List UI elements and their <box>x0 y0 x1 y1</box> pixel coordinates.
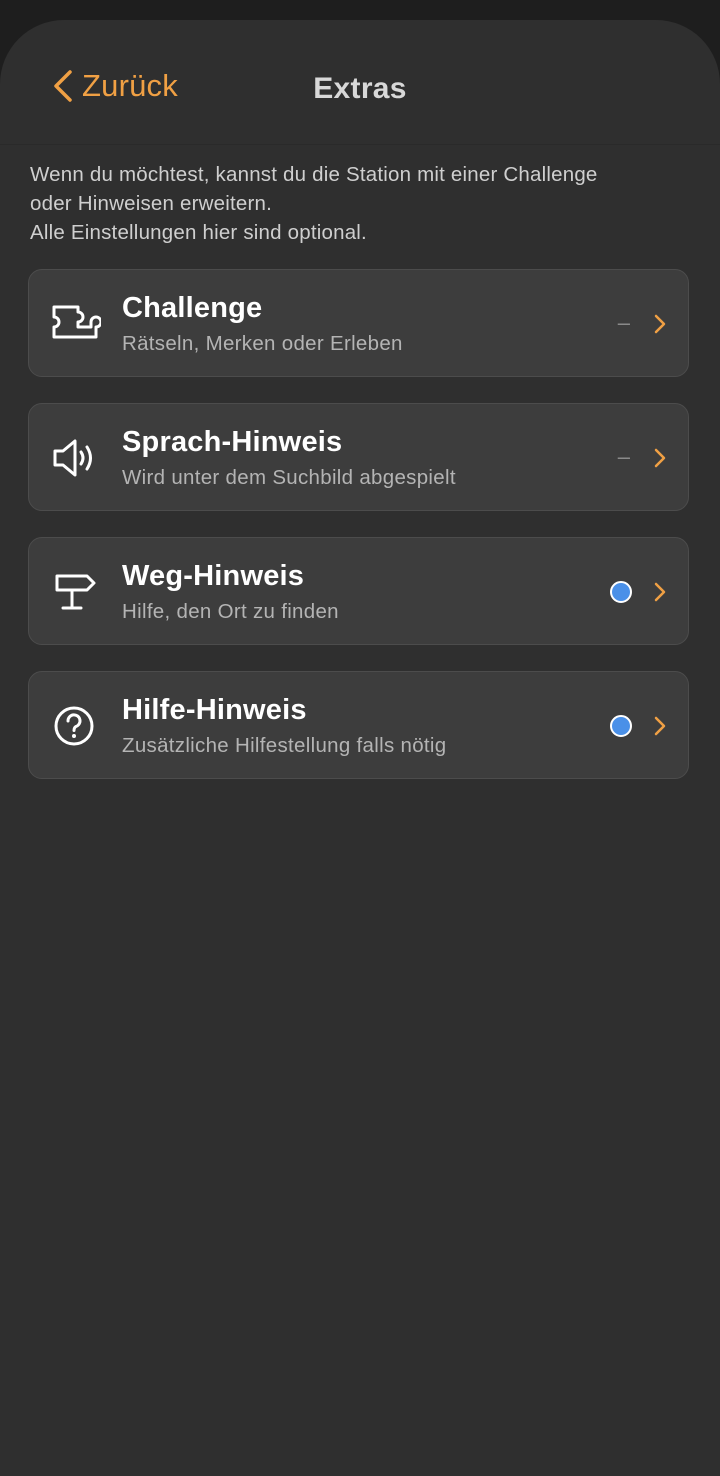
intro-text: Wenn du möchtest, kannst du die Station … <box>30 160 690 247</box>
extras-item-weg-hinweis[interactable]: Weg-Hinweis Hilfe, den Ort zu finden <box>28 537 689 645</box>
status-empty: – <box>617 310 630 335</box>
item-title: Challenge <box>122 292 263 324</box>
navigation-bar: Zurück Extras <box>0 20 720 145</box>
intro-line: Wenn du möchtest, kannst du die Station … <box>30 163 598 186</box>
item-title: Weg-Hinweis <box>122 560 305 592</box>
chevron-right-icon <box>654 314 666 334</box>
puzzle-icon <box>51 300 101 348</box>
item-subtitle: Zusätzliche Hilfestellung falls nötig <box>122 734 447 757</box>
intro-line: oder Hinweisen erweitern. <box>30 192 273 215</box>
question-circle-icon <box>51 702 101 750</box>
chevron-right-icon <box>654 448 666 468</box>
item-subtitle: Wird unter dem Suchbild abgespielt <box>122 466 456 489</box>
item-title: Sprach-Hinweis <box>122 426 343 458</box>
item-title: Hilfe-Hinweis <box>122 694 307 726</box>
status-dot <box>610 715 632 737</box>
page-title: Extras <box>313 72 407 105</box>
extras-item-hilfe-hinweis[interactable]: Hilfe-Hinweis Zusätzliche Hilfestellung … <box>28 671 689 779</box>
signpost-icon <box>51 568 101 616</box>
extras-item-sprach-hinweis[interactable]: Sprach-Hinweis Wird unter dem Suchbild a… <box>28 403 689 511</box>
extras-item-challenge[interactable]: Challenge Rätseln, Merken oder Erleben – <box>28 269 689 377</box>
status-dot <box>610 581 632 603</box>
intro-line: Alle Einstellungen hier sind optional. <box>30 221 367 244</box>
speaker-icon <box>51 434 101 482</box>
status-empty: – <box>617 444 630 469</box>
item-subtitle: Rätseln, Merken oder Erleben <box>122 332 403 355</box>
item-subtitle: Hilfe, den Ort zu finden <box>122 600 339 623</box>
chevron-right-icon <box>654 716 666 736</box>
extras-sheet: Zurück Extras Wenn du möchtest, kannst d… <box>0 20 720 1476</box>
chevron-right-icon <box>654 582 666 602</box>
